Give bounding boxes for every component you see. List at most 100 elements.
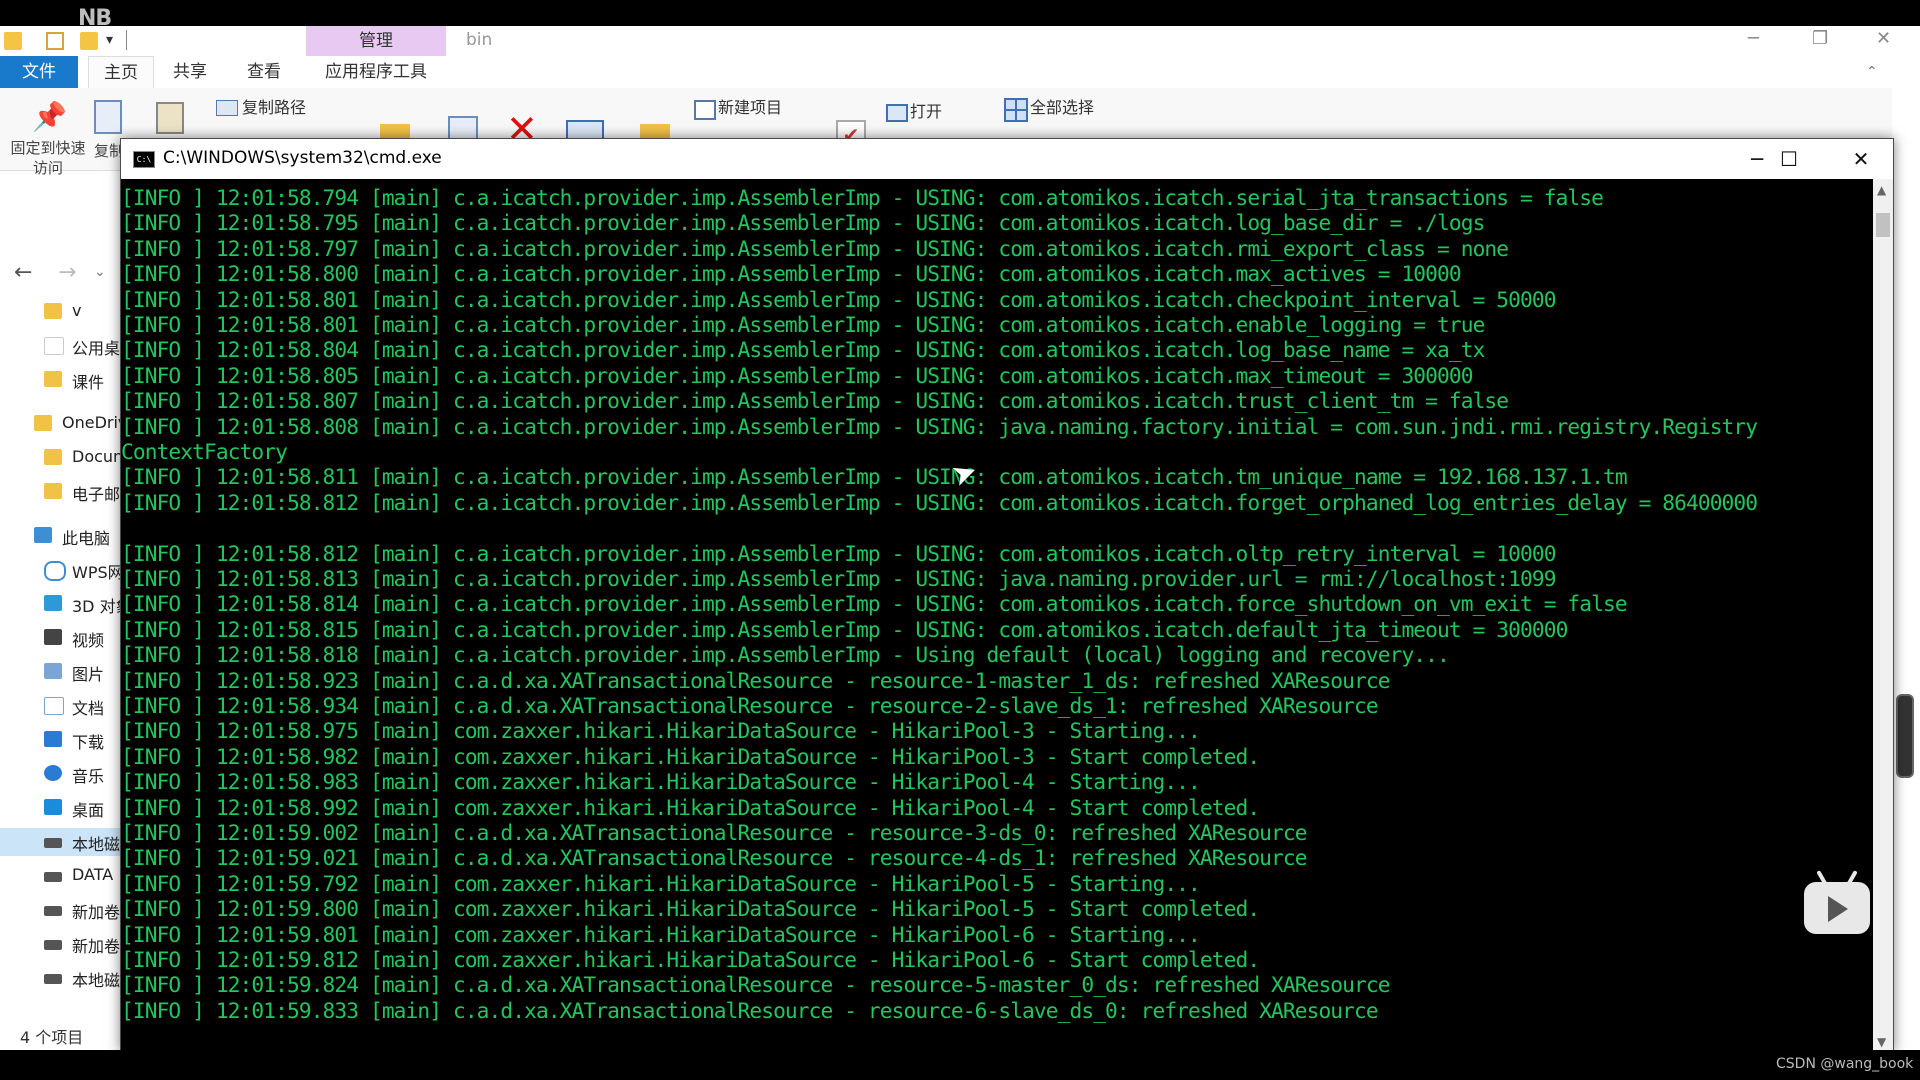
ribbon-collapse-icon[interactable]: ⌃ bbox=[1866, 64, 1878, 80]
console-output[interactable]: [INFO ] 12:01:58.794 [main] c.a.icatch.p… bbox=[121, 179, 1871, 1051]
contextual-tab-manage[interactable]: 管理 bbox=[306, 26, 446, 56]
log-line: [INFO ] 12:01:58.808 [main] c.a.icatch.p… bbox=[121, 413, 1758, 439]
log-line: [INFO ] 12:01:59.792 [main] com.zaxxer.h… bbox=[121, 870, 1201, 896]
drive-icon bbox=[44, 940, 62, 950]
cmd-titlebar[interactable]: C:\ C:\WINDOWS\system32\cmd.exe ─ ☐ ✕ bbox=[121, 139, 1893, 179]
top-black-strip: NB bbox=[0, 0, 1920, 31]
log-line: [INFO ] 12:01:58.923 [main] c.a.d.xa.XAT… bbox=[121, 667, 1390, 693]
sidebar-item[interactable]: WPS网盘 bbox=[0, 556, 132, 584]
sidebar-item[interactable]: 桌面 bbox=[0, 794, 122, 822]
cmd-icon: C:\ bbox=[133, 151, 155, 168]
log-line: [INFO ] 12:01:58.982 [main] com.zaxxer.h… bbox=[121, 743, 1260, 769]
status-bar: 4 个项目 bbox=[0, 1022, 122, 1047]
log-line: [INFO ] 12:01:59.833 [main] c.a.d.xa.XAT… bbox=[121, 997, 1379, 1023]
folder-icon bbox=[44, 371, 62, 387]
3d-objects-icon bbox=[44, 595, 62, 611]
folder-icon bbox=[44, 449, 62, 465]
cmd-scrollbar[interactable]: ▲ ▼ bbox=[1873, 179, 1893, 1051]
bottom-black-strip bbox=[0, 1050, 1920, 1080]
item-count: 4 个项目 bbox=[20, 1028, 84, 1047]
paste-icon[interactable] bbox=[156, 102, 184, 134]
log-line: [INFO ] 12:01:58.795 [main] c.a.icatch.p… bbox=[121, 210, 1485, 236]
sidebar-item[interactable]: 下载 bbox=[0, 726, 122, 754]
sidebar-item[interactable]: 电子邮件 bbox=[0, 478, 132, 506]
log-line: [INFO ] 12:01:59.812 [main] com.zaxxer.h… bbox=[121, 947, 1260, 972]
cmd-close-icon[interactable]: ✕ bbox=[1829, 139, 1893, 179]
select-all-button[interactable]: 全部选择 bbox=[1030, 94, 1094, 118]
scroll-up-icon[interactable]: ▲ bbox=[1877, 183, 1886, 197]
sidebar-item[interactable]: 本地磁盘 bbox=[0, 964, 132, 992]
log-line: [INFO ] 12:01:58.992 [main] com.zaxxer.h… bbox=[121, 794, 1260, 820]
sidebar-item[interactable]: v bbox=[0, 298, 122, 326]
sidebar-item[interactable]: 文档 bbox=[0, 692, 122, 720]
sidebar-item[interactable]: 图片 bbox=[0, 658, 122, 686]
sidebar-item[interactable]: 课件 bbox=[0, 366, 122, 394]
bilibili-play-icon[interactable] bbox=[1804, 870, 1870, 934]
tab-view[interactable]: 查看 bbox=[236, 56, 292, 88]
sidebar-item[interactable]: OneDrive bbox=[0, 410, 122, 438]
csdn-watermark: CSDN @wang_book bbox=[1776, 1056, 1914, 1072]
video-icon bbox=[44, 629, 62, 645]
sidebar-item[interactable]: 音乐 bbox=[0, 760, 122, 788]
sidebar-item[interactable]: 本地磁盘 bbox=[0, 828, 132, 856]
right-edge-strip bbox=[1892, 26, 1920, 1050]
explorer-restore-icon[interactable]: ❐ bbox=[1812, 28, 1828, 49]
log-line: [INFO ] 12:01:58.812 [main] c.a.icatch.p… bbox=[121, 540, 1556, 566]
log-line: [INFO ] 12:01:58.804 [main] c.a.icatch.p… bbox=[121, 337, 1485, 363]
ribbon-tabs: 文件 主页 共享 查看 应用程序工具 ⌃ ? bbox=[0, 56, 1912, 90]
log-line: [INFO ] 12:01:58.805 [main] c.a.icatch.p… bbox=[121, 362, 1473, 388]
explorer-close-icon[interactable]: ✕ bbox=[1876, 28, 1891, 49]
log-line: [INFO ] 12:01:58.794 [main] c.a.icatch.p… bbox=[121, 185, 1604, 210]
titlebar-separator bbox=[126, 30, 127, 50]
log-line: [INFO ] 12:01:58.801 [main] c.a.icatch.p… bbox=[121, 312, 1485, 337]
scroll-thumb[interactable] bbox=[1876, 213, 1890, 237]
cmd-maximize-icon[interactable]: ☐ bbox=[1757, 139, 1821, 179]
sidebar-item[interactable]: 新加卷 bbox=[0, 896, 122, 924]
this-pc-icon bbox=[34, 527, 52, 543]
log-line: [INFO ] 12:01:59.800 [main] com.zaxxer.h… bbox=[121, 896, 1260, 922]
sidebar-item[interactable]: Documents bbox=[0, 444, 132, 472]
log-line: [INFO ] 12:01:58.800 [main] c.a.icatch.p… bbox=[121, 261, 1462, 287]
log-line: [INFO ] 12:01:58.814 [main] c.a.icatch.p… bbox=[121, 591, 1628, 617]
log-line: [INFO ] 12:01:58.818 [main] c.a.icatch.p… bbox=[121, 642, 1450, 668]
log-line: [INFO ] 12:01:59.824 [main] c.a.d.xa.XAT… bbox=[121, 972, 1390, 998]
scroll-down-icon[interactable]: ▼ bbox=[1877, 1035, 1886, 1049]
folder-icon bbox=[44, 337, 64, 355]
new-item-icon[interactable] bbox=[694, 100, 716, 120]
log-line: [INFO ] 12:01:58.807 [main] c.a.icatch.p… bbox=[121, 388, 1509, 414]
sidebar-item[interactable]: DATA bbox=[0, 862, 122, 890]
log-line: [INFO ] 12:01:59.021 [main] c.a.d.xa.XAT… bbox=[121, 845, 1308, 871]
drive-icon bbox=[44, 974, 62, 984]
explorer-titlebar: ▾ 管理 bin ─ ❐ ✕ bbox=[0, 26, 1892, 56]
open-button[interactable]: 打开 bbox=[910, 98, 942, 122]
log-line: [INFO ] 12:01:58.811 [main] c.a.icatch.p… bbox=[121, 464, 1628, 490]
play-triangle-icon bbox=[1828, 896, 1848, 922]
folder-icon bbox=[44, 483, 62, 499]
explorer-minimize-icon[interactable]: ─ bbox=[1748, 28, 1759, 49]
drive-icon bbox=[44, 906, 62, 916]
tab-share[interactable]: 共享 bbox=[162, 56, 218, 88]
log-line: [INFO ] 12:01:58.797 [main] c.a.icatch.p… bbox=[121, 235, 1509, 261]
sidebar-item[interactable]: 新加卷 bbox=[0, 930, 122, 958]
drive-icon bbox=[44, 838, 62, 848]
sidebar-item[interactable]: 此电脑 bbox=[0, 522, 122, 550]
new-item-button[interactable]: 新建项目 bbox=[718, 94, 782, 118]
log-line: [INFO ] 12:01:58.813 [main] c.a.icatch.p… bbox=[121, 566, 1556, 591]
tab-app-tools[interactable]: 应用程序工具 bbox=[306, 56, 446, 88]
folder-icon bbox=[34, 415, 52, 431]
copy-path-button[interactable]: 复制路径 bbox=[242, 94, 306, 118]
log-line: [INFO ] 12:01:58.812 [main] c.a.icatch.p… bbox=[121, 489, 1758, 515]
copy-path-icon[interactable] bbox=[216, 100, 238, 116]
pictures-icon bbox=[44, 663, 62, 679]
cmd-title: C:\WINDOWS\system32\cmd.exe bbox=[163, 148, 442, 168]
desktop-scroll-handle[interactable] bbox=[1896, 694, 1914, 778]
documents-icon bbox=[44, 697, 64, 715]
music-icon bbox=[44, 765, 62, 781]
drive-icon bbox=[44, 872, 62, 882]
sidebar-item[interactable]: 公用桌面 bbox=[0, 332, 132, 360]
open-icon[interactable] bbox=[886, 104, 908, 122]
window-folder-title: bin bbox=[466, 30, 493, 50]
select-all-icon[interactable] bbox=[1004, 98, 1028, 122]
sidebar-item[interactable]: 视频 bbox=[0, 624, 122, 652]
sidebar-item[interactable]: 3D 对象 bbox=[0, 590, 132, 618]
